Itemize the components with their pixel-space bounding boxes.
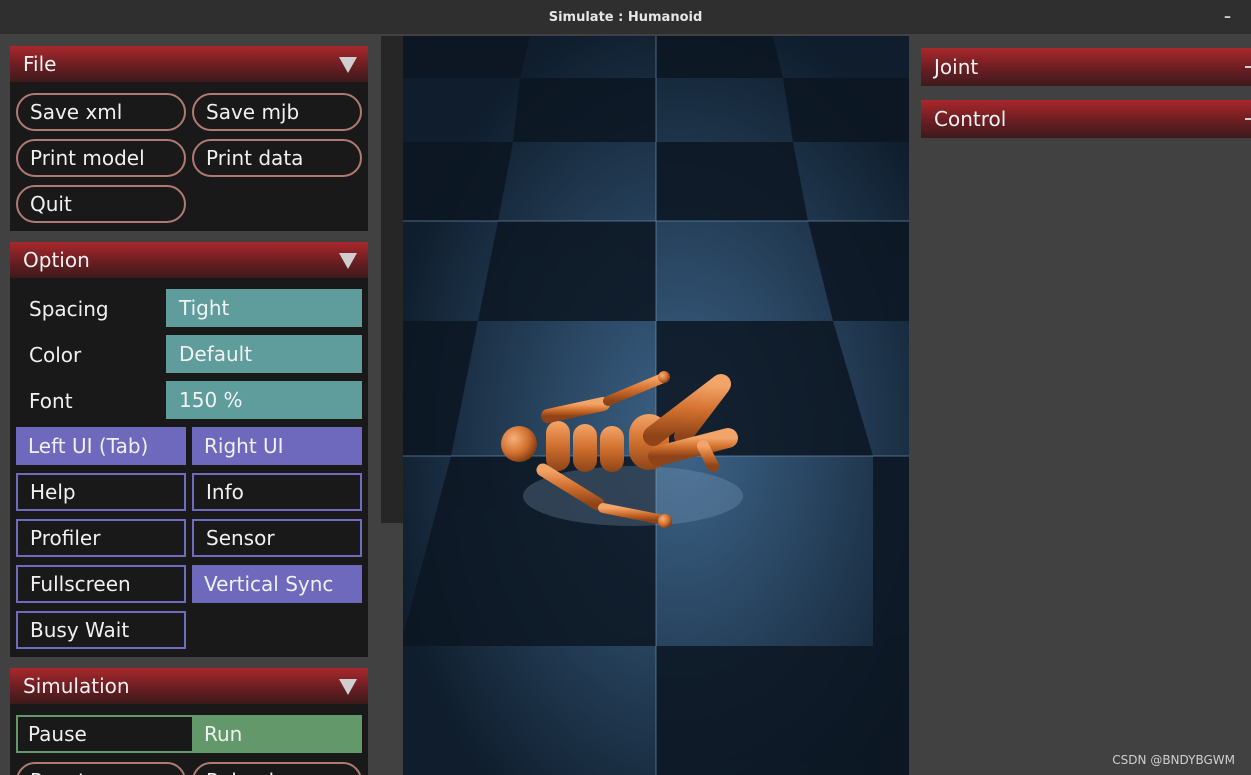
vertical-sync-toggle[interactable]: Vertical Sync — [192, 565, 362, 603]
left-panel-scrollbar[interactable] — [381, 36, 403, 523]
joint-section-header[interactable]: Joint — [921, 48, 1251, 86]
reset-button[interactable]: Reset — [16, 762, 186, 775]
sensor-toggle[interactable]: Sensor — [192, 519, 362, 557]
right-ui-toggle[interactable]: Right UI — [192, 427, 362, 465]
left-panel: File Save xml Save mjb Print model Print… — [0, 34, 380, 775]
fullscreen-toggle[interactable]: Fullscreen — [16, 565, 186, 603]
control-section-title: Control — [934, 107, 1007, 131]
file-section: File Save xml Save mjb Print model Print… — [10, 46, 368, 231]
watermark: CSDN @BNDYBGWM — [1112, 753, 1235, 767]
left-ui-toggle[interactable]: Left UI (Tab) — [16, 427, 186, 465]
spacing-label: Spacing — [29, 297, 109, 321]
reload-button[interactable]: Reload — [192, 762, 362, 775]
option-section-header[interactable]: Option — [10, 242, 368, 278]
collapse-indicator-icon[interactable] — [1245, 118, 1251, 120]
color-label: Color — [29, 343, 82, 367]
quit-button[interactable]: Quit — [16, 185, 186, 223]
simulation-section: Simulation Pause Run Reset Reload — [10, 668, 368, 775]
option-section: Option Spacing Tight Color Default Font … — [10, 242, 368, 657]
right-panel: Joint Control — [909, 34, 1251, 775]
busy-wait-toggle[interactable]: Busy Wait — [16, 611, 186, 649]
font-label: Font — [29, 389, 73, 413]
file-section-header[interactable]: File — [10, 46, 368, 82]
simulation-section-title: Simulation — [23, 674, 130, 698]
profiler-toggle[interactable]: Profiler — [16, 519, 186, 557]
spacing-select[interactable]: Tight — [166, 289, 362, 327]
scene-render — [403, 36, 909, 775]
collapse-triangle-icon[interactable] — [339, 679, 357, 695]
window-titlebar: Simulate : Humanoid – — [0, 0, 1251, 34]
collapse-triangle-icon[interactable] — [339, 57, 357, 73]
pause-option[interactable]: Pause — [18, 717, 192, 751]
simulation-viewport[interactable] — [403, 36, 909, 775]
minimize-icon[interactable]: – — [1224, 9, 1231, 25]
collapse-indicator-icon[interactable] — [1245, 66, 1251, 68]
save-xml-button[interactable]: Save xml — [16, 93, 186, 131]
option-section-title: Option — [23, 248, 90, 272]
help-toggle[interactable]: Help — [16, 473, 186, 511]
run-option[interactable]: Run — [192, 717, 360, 751]
save-mjb-button[interactable]: Save mjb — [192, 93, 362, 131]
simulation-section-header[interactable]: Simulation — [10, 668, 368, 704]
window-title: Simulate : Humanoid — [548, 9, 703, 25]
pause-run-radio[interactable]: Pause Run — [16, 715, 362, 753]
control-section-header[interactable]: Control — [921, 100, 1251, 138]
color-select[interactable]: Default — [166, 335, 362, 373]
print-model-button[interactable]: Print model — [16, 139, 186, 177]
print-data-button[interactable]: Print data — [192, 139, 362, 177]
joint-section-title: Joint — [934, 55, 979, 79]
info-toggle[interactable]: Info — [192, 473, 362, 511]
collapse-triangle-icon[interactable] — [339, 253, 357, 269]
font-select[interactable]: 150 % — [166, 381, 362, 419]
file-section-title: File — [23, 52, 57, 76]
